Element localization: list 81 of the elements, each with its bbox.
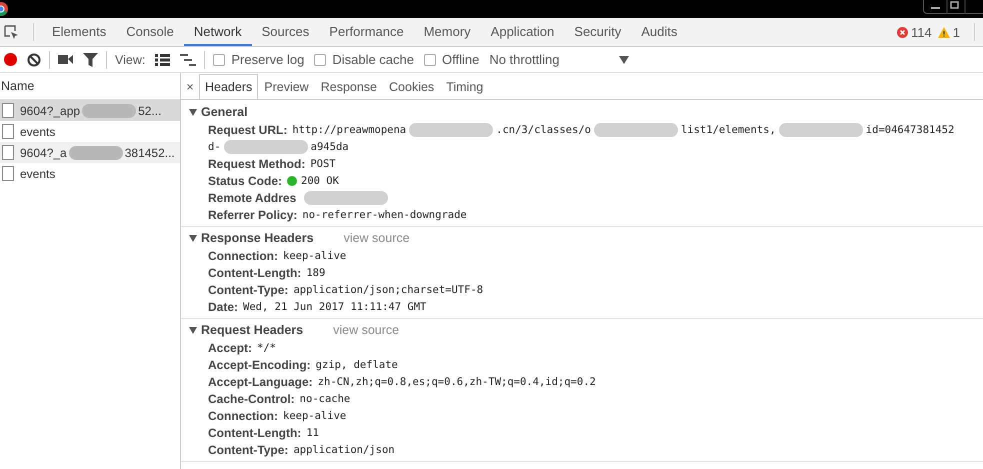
header-value: a945da: [310, 140, 349, 152]
header-name: Content-Type:: [208, 282, 288, 296]
header-value: d-: [208, 140, 221, 152]
list-view-icon[interactable]: [155, 54, 170, 66]
header-value: zh-CN,zh;q=0.8,es;q=0.6,zh-TW;q=0.4,id;q=0.2: [318, 376, 596, 388]
panel-tab[interactable]: Network: [184, 18, 252, 46]
warning-count[interactable]: 1: [952, 24, 960, 40]
request-row[interactable]: events: [0, 121, 180, 142]
clear-icon[interactable]: [27, 52, 41, 66]
request-row[interactable]: events: [0, 163, 180, 184]
waterfall-view-icon[interactable]: [180, 54, 196, 66]
header-value: 200 OK: [301, 174, 339, 186]
header-name: Accept-Encoding:: [208, 358, 311, 372]
option-checkbox[interactable]: Disable cache: [314, 52, 414, 67]
option-checkbox[interactable]: Preserve log: [213, 52, 304, 67]
header-name: Accept-Language:: [208, 374, 313, 388]
request-row[interactable]: 9604?_app 52...: [0, 100, 180, 121]
header-name: Content-Length:: [208, 426, 302, 440]
header-value: http://preawmopena: [292, 124, 406, 136]
error-count[interactable]: 114: [911, 24, 932, 40]
header-value: 189: [306, 266, 326, 278]
header-name: Referrer Policy:: [208, 208, 298, 222]
header-value: */*: [257, 342, 276, 354]
inspect-icon[interactable]: [3, 24, 19, 40]
dropdown-arrow-icon[interactable]: [619, 56, 630, 64]
expand-arrow-icon[interactable]: [189, 234, 197, 242]
view-source-link[interactable]: view source: [344, 231, 410, 245]
filter-icon[interactable]: [83, 52, 98, 66]
option-checkbox[interactable]: Offline: [424, 52, 480, 67]
header-value: id=04647381452: [866, 124, 954, 136]
panel-tab[interactable]: Performance: [319, 18, 414, 46]
header-value: Wed, 21 Jun 2017 11:11:47 GMT: [243, 300, 426, 312]
header-value: list1/elements,: [680, 124, 776, 136]
panel-tab[interactable]: Audits: [631, 18, 688, 46]
view-label: View:: [115, 52, 146, 66]
detail-tab[interactable]: Response: [314, 74, 384, 99]
close-button[interactable]: ×: [181, 75, 199, 99]
detail-tab[interactable]: Timing: [440, 74, 490, 99]
header-name: Request Method:: [208, 156, 306, 170]
header-name: Content-Length:: [208, 266, 302, 280]
header-value: .cn/3/classes/o: [496, 124, 591, 136]
panel-tab[interactable]: Console: [116, 18, 184, 46]
header-value: POST: [310, 158, 336, 170]
header-name: Request URL:: [208, 122, 288, 136]
error-icon: [897, 26, 908, 38]
throttling-select[interactable]: No throttling: [489, 52, 630, 67]
header-value: no-cache: [300, 392, 350, 404]
panel-tab[interactable]: Elements: [42, 18, 116, 46]
camera-icon[interactable]: [58, 54, 73, 65]
header-name: Status Code:: [208, 174, 282, 188]
header-value: keep-alive: [283, 410, 346, 422]
header-value: gzip, deflate: [316, 358, 398, 370]
request-row[interactable]: 9604?_a 381452...: [0, 142, 180, 163]
header-name: Accept:: [208, 340, 252, 354]
expand-arrow-icon[interactable]: [189, 326, 197, 334]
panel-tab[interactable]: Security: [564, 18, 632, 46]
panel-tab[interactable]: Memory: [414, 18, 481, 46]
panel-tab[interactable]: Sources: [252, 18, 320, 46]
panel-tab[interactable]: Application: [480, 18, 564, 46]
detail-tab[interactable]: Preview: [258, 74, 315, 99]
section-title[interactable]: Response Headers: [201, 231, 314, 245]
header-value: application/json: [293, 444, 395, 456]
header-name: Connection:: [208, 408, 278, 422]
window-controls-icon[interactable]: [923, 0, 983, 14]
section-title[interactable]: General: [201, 105, 248, 119]
header-value: keep-alive: [283, 250, 346, 262]
header-name: Remote Addres: [208, 190, 296, 204]
header-name: Date:: [208, 300, 238, 314]
detail-tab[interactable]: Cookies: [383, 74, 440, 99]
section-title[interactable]: Request Headers: [201, 323, 304, 337]
header-name: Content-Type:: [208, 442, 288, 456]
header-name: Cache-Control:: [208, 392, 295, 406]
header-value: application/json;charset=UTF-8: [293, 284, 484, 296]
expand-arrow-icon[interactable]: [189, 108, 197, 116]
header-value: no-referrer-when-downgrade: [302, 208, 467, 220]
view-source-link[interactable]: view source: [333, 323, 400, 337]
warning-icon: [938, 26, 950, 38]
header-value: 11: [306, 426, 319, 438]
record-button[interactable]: [4, 53, 17, 66]
header-name: Connection:: [208, 248, 278, 262]
detail-tab[interactable]: Headers: [199, 74, 258, 99]
